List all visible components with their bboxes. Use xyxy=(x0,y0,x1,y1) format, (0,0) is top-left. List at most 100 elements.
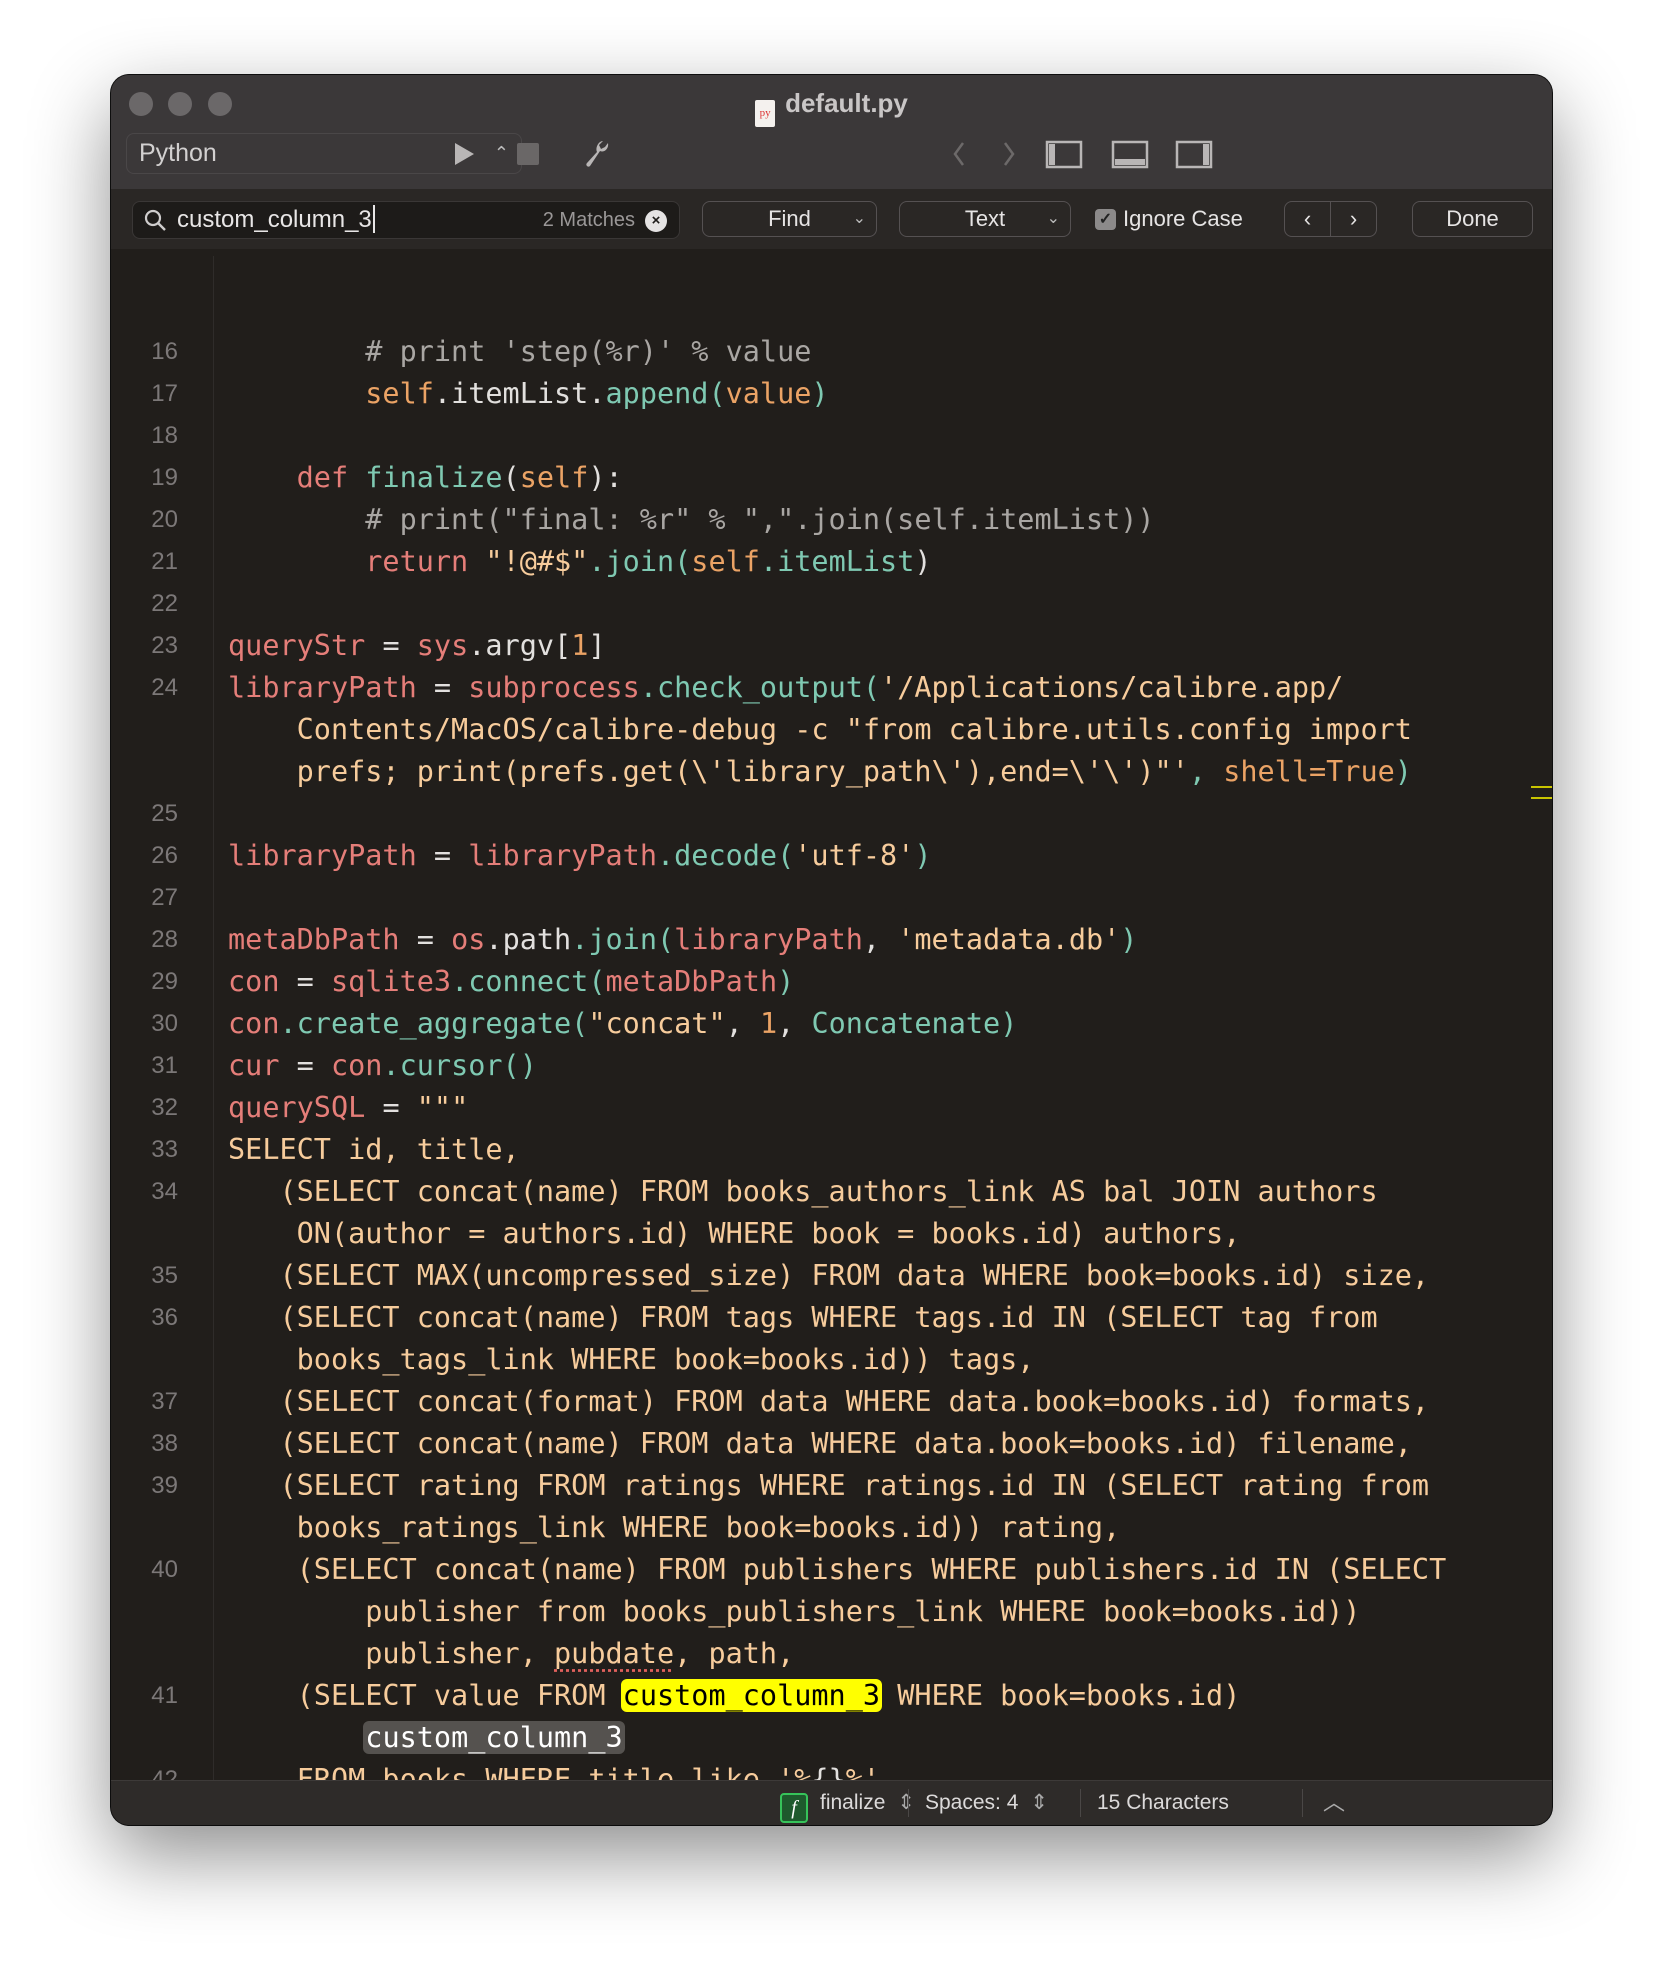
line-number: 23 xyxy=(151,632,178,659)
code-line[interactable]: 32 querySQL = """ xyxy=(111,1087,1552,1129)
line-number: 27 xyxy=(151,884,178,911)
python-file-icon: py xyxy=(755,100,776,127)
code-line[interactable]: 20 # print("final: %r" % ",".join(self.i… xyxy=(111,499,1552,541)
code-line[interactable]: 35 (SELECT MAX(uncompressed_size) FROM d… xyxy=(111,1255,1552,1297)
stop-icon[interactable] xyxy=(515,135,541,173)
code-text: (SELECT rating FROM ratings WHERE rating… xyxy=(228,1465,1429,1507)
code-line[interactable]: 31 cur = con.cursor() xyxy=(111,1045,1552,1087)
code-line[interactable]: 19 def finalize(self): xyxy=(111,457,1552,499)
ignore-case-label[interactable]: Ignore Case xyxy=(1123,201,1243,237)
next-match-button[interactable]: › xyxy=(1330,201,1377,237)
function-menu[interactable]: f finalize ⇕ xyxy=(780,1781,915,1825)
match-type-dropdown[interactable]: Text ⌄ xyxy=(899,201,1071,237)
code-token: ) xyxy=(914,545,932,578)
code-line[interactable]: 40 (SELECT concat(name) FROM publishers … xyxy=(111,1549,1552,1591)
toggle-right-panel-icon[interactable] xyxy=(1175,135,1215,173)
code-line[interactable]: 24 libraryPath = subprocess.check_output(… xyxy=(111,667,1552,709)
code-token: shell=True xyxy=(1223,755,1395,788)
chevron-up-icon[interactable]: ︿ xyxy=(1323,1781,1345,1825)
code-line[interactable]: books_ratings_link WHERE book=books.id))… xyxy=(111,1507,1552,1549)
toggle-bottom-panel-icon[interactable] xyxy=(1111,135,1151,173)
code-token: # print 'step(%r)' % value xyxy=(228,335,812,368)
line-number: 33 xyxy=(151,1136,178,1163)
code-text: (SELECT concat(name) FROM data WHERE dat… xyxy=(228,1423,1411,1465)
code-token: libraryPath xyxy=(468,839,657,872)
code-line[interactable]: 36 (SELECT concat(name) FROM tags WHERE … xyxy=(111,1297,1552,1339)
line-number: 41 xyxy=(151,1682,178,1709)
code-token: .path xyxy=(485,923,572,956)
code-token: = xyxy=(416,671,469,704)
code-token: self xyxy=(691,545,760,578)
code-line[interactable]: 21 return "!@#$".join(self.itemList) xyxy=(111,541,1552,583)
code-token: metaDbPath xyxy=(605,965,778,998)
code-token: = xyxy=(279,1049,331,1082)
code-token: """ xyxy=(416,1091,469,1124)
code-line[interactable]: 16 # print 'step(%r)' % value xyxy=(111,331,1552,373)
code-line[interactable]: custom_column_3 xyxy=(111,1717,1552,1759)
code-line[interactable]: 25 xyxy=(111,793,1552,835)
wrench-icon[interactable] xyxy=(581,135,611,173)
previous-match-button[interactable]: ‹ xyxy=(1284,201,1331,237)
forward-icon[interactable] xyxy=(999,135,1019,173)
code-token: self xyxy=(228,377,434,410)
done-button[interactable]: Done xyxy=(1412,201,1533,237)
window-title-text: default.py xyxy=(785,88,908,118)
code-token: def xyxy=(228,461,366,494)
code-line[interactable]: 26 libraryPath = libraryPath.decode('utf-… xyxy=(111,835,1552,877)
code-line[interactable]: 41 (SELECT value FROM custom_column_3 WH… xyxy=(111,1675,1552,1717)
code-line[interactable]: 33 SELECT id, title, xyxy=(111,1129,1552,1171)
code-line[interactable]: publisher, pubdate, path, xyxy=(111,1633,1552,1675)
code-token: append( xyxy=(605,377,726,410)
chevron-down-icon: ⌄ xyxy=(1046,210,1060,227)
code-token: libraryPath xyxy=(228,839,417,872)
toggle-left-panel-icon[interactable] xyxy=(1045,135,1085,173)
code-line[interactable]: 23 queryStr = sys.argv[1] xyxy=(111,625,1552,667)
play-icon[interactable] xyxy=(449,135,479,173)
code-line[interactable]: 34 (SELECT concat(name) FROM books_autho… xyxy=(111,1171,1552,1213)
code-line[interactable]: publisher from books_publishers_link WHE… xyxy=(111,1591,1552,1633)
code-line[interactable]: Contents/MacOS/calibre-debug -c "from ca… xyxy=(111,709,1552,751)
divider xyxy=(908,1789,909,1817)
clear-search-button[interactable]: × xyxy=(645,210,667,232)
function-name: finalize xyxy=(820,1791,886,1814)
up-down-chevron-icon: ⇕ xyxy=(897,1791,915,1814)
code-line[interactable]: prefs; print(prefs.get(\'library_path\')… xyxy=(111,751,1552,793)
code-line[interactable]: 39 (SELECT rating FROM ratings WHERE rat… xyxy=(111,1465,1552,1507)
code-line[interactable]: 28 metaDbPath = os.path.join(libraryPath,… xyxy=(111,919,1552,961)
indent-menu[interactable]: Spaces: 4 ⇕ xyxy=(925,1781,1048,1825)
code-text: books_tags_link WHERE book=books.id)) ta… xyxy=(228,1339,1035,1381)
code-text: self.itemList.append(value) xyxy=(228,373,828,415)
code-line[interactable]: books_tags_link WHERE book=books.id)) ta… xyxy=(111,1339,1552,1381)
code-line[interactable]: ON(author = authors.id) WHERE book = boo… xyxy=(111,1213,1552,1255)
code-text: # print 'step(%r)' % value xyxy=(228,331,811,373)
code-line[interactable]: 38 (SELECT concat(name) FROM data WHERE … xyxy=(111,1423,1552,1465)
line-number: 37 xyxy=(151,1388,178,1415)
code-token: libraryPath xyxy=(674,923,863,956)
ignore-case-checkbox[interactable]: ✓ xyxy=(1095,209,1116,230)
code-line[interactable]: 18 xyxy=(111,415,1552,457)
code-text: libraryPath = subprocess.check_output('/… xyxy=(228,667,1343,709)
code-text: (SELECT MAX(uncompressed_size) FROM data… xyxy=(228,1255,1429,1297)
code-token: publisher from books_publishers_link WHE… xyxy=(228,1595,1361,1628)
code-token: .itemList. xyxy=(433,377,606,410)
back-icon[interactable] xyxy=(949,135,969,173)
code-line[interactable]: 30 con.create_aggregate("concat", 1, Conc… xyxy=(111,1003,1552,1045)
code-token: , xyxy=(1188,755,1224,788)
code-token: , xyxy=(725,1007,760,1040)
code-line[interactable]: 29 con = sqlite3.connect(metaDbPath) xyxy=(111,961,1552,1003)
code-line[interactable]: 37 (SELECT concat(format) FROM data WHER… xyxy=(111,1381,1552,1423)
line-number: 24 xyxy=(151,674,178,701)
code-text: (SELECT concat(format) FROM data WHERE d… xyxy=(228,1381,1429,1423)
text-caret xyxy=(372,205,375,233)
code-line[interactable]: 17 self.itemList.append(value) xyxy=(111,373,1552,415)
code-token: (SELECT concat(name) FROM publishers WHE… xyxy=(228,1553,1447,1586)
find-mode-dropdown[interactable]: Find ⌄ xyxy=(702,201,877,237)
code-editor[interactable]: 16 # print 'step(%r)' % value 17 self.ite… xyxy=(111,256,1552,1825)
code-line[interactable]: 27 xyxy=(111,877,1552,919)
code-text: querySQL = """ xyxy=(228,1087,468,1129)
find-input[interactable]: custom_column_3 2 Matches × xyxy=(132,201,680,239)
line-number: 17 xyxy=(151,380,178,407)
code-token: (SELECT concat(format) FROM data WHERE d… xyxy=(228,1385,1430,1418)
line-number: 31 xyxy=(151,1052,178,1079)
code-line[interactable]: 22 xyxy=(111,583,1552,625)
